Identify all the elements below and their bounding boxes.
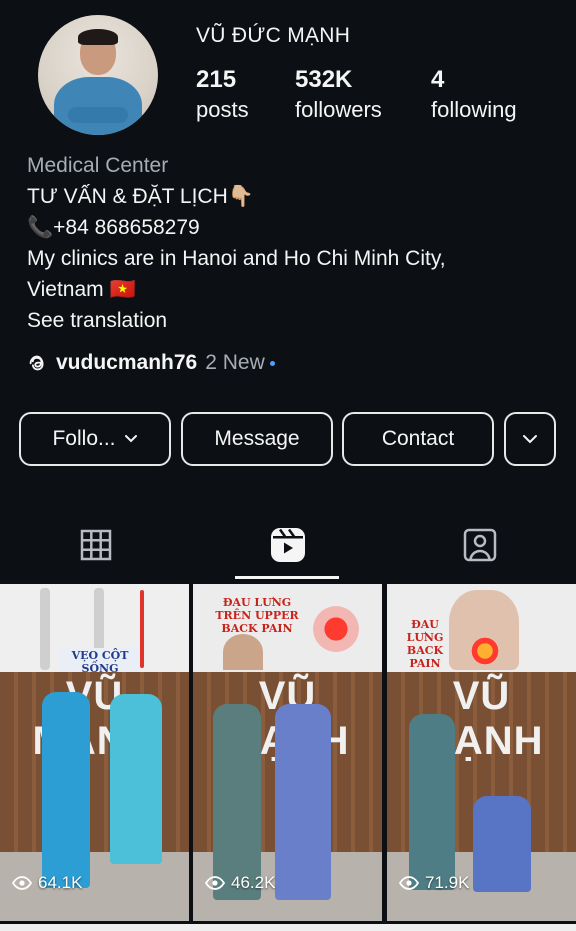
thumbnail-header-illustration: VẸO CỘT SỐNG SCOLIOSIS	[0, 584, 189, 689]
message-button[interactable]: Message	[181, 412, 333, 466]
view-count-value: 71.9K	[425, 873, 470, 892]
tab-posts-grid[interactable]	[0, 510, 192, 580]
chevron-down-icon	[124, 435, 137, 443]
followers-stat[interactable]: 532K followers	[295, 66, 382, 123]
active-tab-indicator	[235, 576, 339, 579]
profile-avatar[interactable]	[38, 15, 158, 135]
tagged-icon	[463, 528, 497, 562]
following-stat[interactable]: 4 following	[431, 66, 517, 123]
profile-bio: Medical Center TƯ VẤN & ĐẶT LỊCH👇🏼 📞+84 …	[27, 150, 557, 336]
threads-link[interactable]: vuducmanh76 2 New	[26, 351, 275, 375]
new-indicator-dot	[269, 360, 275, 366]
avatar-hair	[78, 29, 118, 45]
followers-count: 532K	[295, 66, 353, 93]
following-count: 4	[431, 66, 445, 93]
reels-grid: VẸO CỘT SỐNG SCOLIOSIS VŨ MẠNH 64.1K ĐAU…	[0, 584, 576, 931]
eye-icon	[399, 876, 419, 890]
threads-new-count: 2 New	[205, 351, 265, 374]
bio-line-clinics: My clinics are in Hanoi and Ho Chi Minh …	[27, 247, 446, 270]
following-button[interactable]: Follo...	[19, 412, 171, 466]
avatar-arms	[68, 107, 128, 123]
tab-reels[interactable]	[192, 510, 384, 580]
see-translation-link[interactable]: See translation	[27, 305, 557, 336]
following-label: following	[431, 97, 517, 122]
eye-icon	[12, 876, 32, 890]
posts-stat[interactable]: 215 posts	[196, 66, 249, 123]
reels-icon	[271, 528, 305, 562]
bio-line-country: Vietnam 🇻🇳	[27, 278, 136, 301]
grid-icon	[80, 529, 112, 561]
message-button-label: Message	[214, 427, 300, 450]
reel-thumbnail[interactable]: ĐAU LƯNG TRÊN UPPER BACK PAIN VŨ MẠNH 46…	[193, 584, 382, 921]
reel-thumbnail[interactable]: ĐAU LƯNG BACK PAIN VŨ MẠNH 71.9K	[387, 584, 576, 921]
threads-icon	[29, 355, 44, 371]
thumbnail-header-illustration: ĐAU LƯNG BACK PAIN	[387, 584, 576, 672]
posts-label: posts	[196, 97, 249, 122]
avatar-body	[54, 77, 142, 135]
contact-button-label: Contact	[381, 427, 455, 450]
following-button-label: Follo...	[52, 427, 116, 450]
reel-caption: ĐAU LƯNG TRÊN UPPER BACK PAIN	[215, 596, 299, 635]
chevron-down-icon	[523, 435, 537, 444]
bio-line-phone[interactable]: 📞+84 868658279	[27, 212, 557, 243]
thumbnail-header-illustration: ĐAU LƯNG TRÊN UPPER BACK PAIN	[193, 584, 382, 672]
view-count-value: 46.2K	[231, 873, 276, 892]
tab-tagged[interactable]	[384, 510, 576, 580]
eye-icon	[205, 876, 225, 890]
view-count: 64.1K	[12, 873, 82, 893]
thumbnail-person	[42, 692, 90, 888]
contact-button[interactable]: Contact	[342, 412, 494, 466]
profile-tabs	[0, 510, 576, 580]
view-count: 71.9K	[399, 873, 469, 893]
next-row-thumbnails-peek	[0, 924, 576, 931]
thumbnail-person	[275, 704, 331, 900]
threads-handle: vuducmanh76	[56, 351, 198, 374]
view-count-value: 64.1K	[38, 873, 83, 892]
thumbnail-person	[110, 694, 162, 864]
reel-caption: ĐAU LƯNG BACK PAIN	[406, 618, 444, 670]
thumbnail-person	[213, 704, 261, 900]
profile-category: Medical Center	[27, 154, 169, 177]
reel-thumbnail[interactable]: VẸO CỘT SỐNG SCOLIOSIS VŨ MẠNH 64.1K	[0, 584, 189, 921]
thumbnail-person	[473, 796, 531, 892]
suggested-accounts-button[interactable]	[504, 412, 556, 466]
bio-line-booking: TƯ VẤN & ĐẶT LỊCH👇🏼	[27, 185, 254, 208]
profile-name: VŨ ĐỨC MẠNH	[196, 24, 351, 47]
posts-count: 215	[196, 66, 237, 93]
followers-label: followers	[295, 97, 382, 122]
view-count: 46.2K	[205, 873, 275, 893]
thumbnail-person	[409, 714, 455, 890]
